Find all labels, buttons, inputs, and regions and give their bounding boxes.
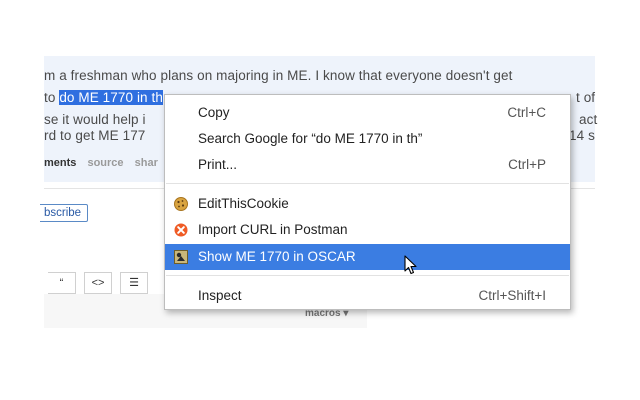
menu-item-inspect[interactable]: Inspect Ctrl+Shift+I [165, 283, 570, 309]
post-links: ments source shar [44, 157, 158, 169]
post-text-line-3-tail: act [579, 112, 598, 127]
menu-item-show-oscar[interactable]: Show ME 1770 in OSCAR [165, 244, 570, 270]
share-link[interactable]: shar [135, 157, 158, 169]
menu-item-editthiscookie[interactable]: EditThisCookie [165, 191, 570, 217]
mouse-cursor-icon [404, 255, 417, 275]
source-link[interactable]: source [87, 157, 123, 169]
menu-item-copy[interactable]: Copy Ctrl+C [165, 100, 570, 126]
comments-link[interactable]: ments [44, 157, 76, 169]
list-button[interactable]: ☰ [120, 272, 148, 294]
postman-icon [174, 223, 188, 237]
oscar-icon [174, 250, 188, 264]
quote-button[interactable]: “ [48, 272, 76, 294]
post-text-line-1: m a freshman who plans on majoring in ME… [44, 68, 513, 83]
post-text-line-4: rd to get ME 177 [44, 128, 146, 143]
selected-text[interactable]: do ME 1770 in th [59, 90, 163, 105]
post-text-line-2: to do ME 1770 in th [44, 90, 163, 105]
code-button[interactable]: <> [84, 272, 112, 294]
subscribe-button[interactable]: bscribe [40, 204, 89, 222]
post-text-line-2-tail: t of [576, 90, 596, 105]
menu-item-search-google[interactable]: Search Google for “do ME 1770 in th” [165, 126, 570, 152]
editor-toolbar: “ <> ☰ [44, 272, 168, 294]
menu-separator [166, 183, 569, 184]
menu-separator [166, 275, 569, 276]
cookie-icon [174, 197, 188, 211]
context-menu: Copy Ctrl+C Search Google for “do ME 177… [164, 94, 571, 310]
post-text-line-4-tail: 14 s [569, 128, 595, 143]
menu-item-print[interactable]: Print... Ctrl+P [165, 152, 570, 178]
menu-item-import-curl[interactable]: Import CURL in Postman [165, 217, 570, 243]
post-text-line-3: se it would help i [44, 112, 146, 127]
